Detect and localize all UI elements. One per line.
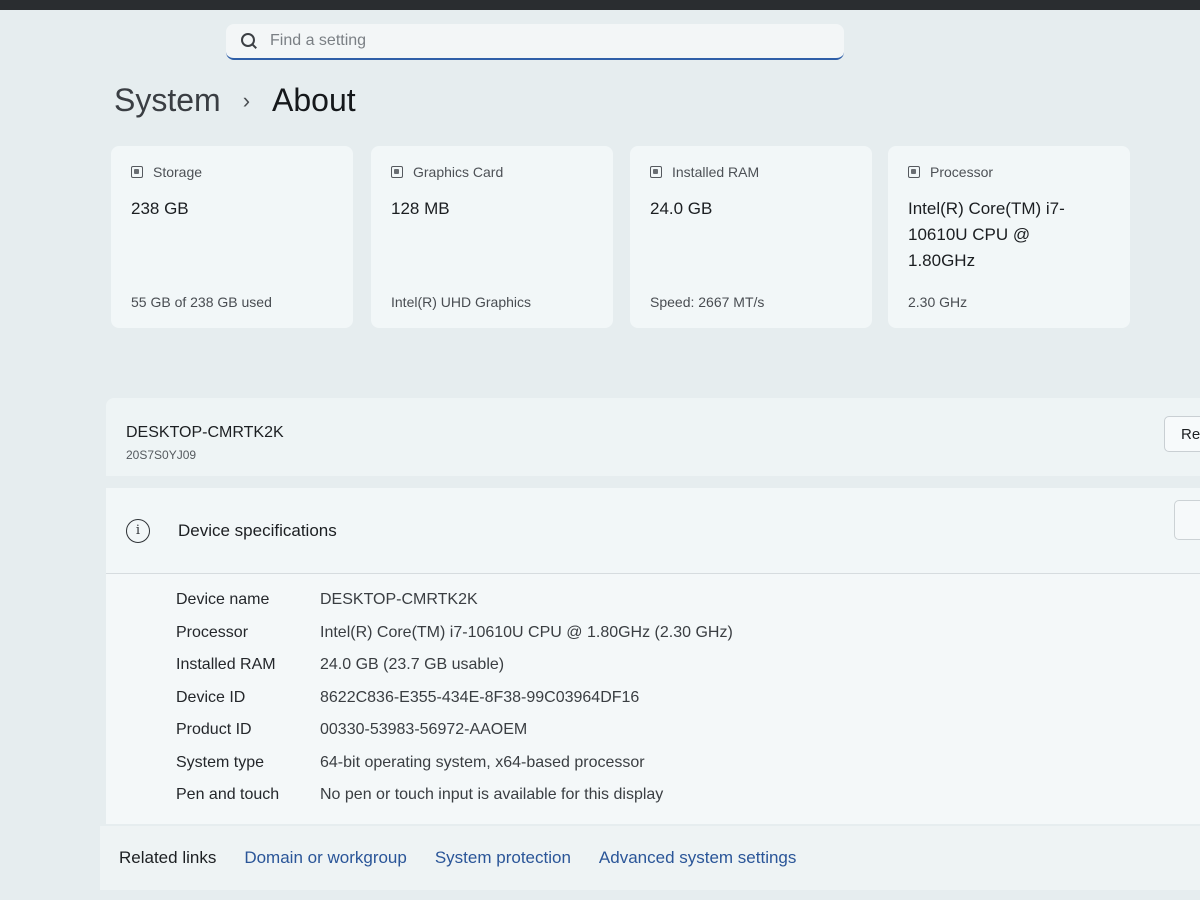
- card-title: Storage: [153, 164, 203, 180]
- spec-row: Pen and touch No pen or touch input is a…: [106, 779, 1200, 812]
- spec-value: 00330-53983-56972-AAOEM: [320, 721, 528, 739]
- storage-icon: [131, 166, 143, 178]
- breadcrumb-system[interactable]: System: [114, 82, 221, 119]
- card-subtext: 55 GB of 238 GB used: [131, 294, 272, 310]
- card-title: Installed RAM: [672, 164, 760, 180]
- spec-row: Device ID 8622C836-E355-434E-8F38-99C039…: [106, 682, 1200, 715]
- spec-row: Product ID 00330-53983-56972-AAOEM: [106, 714, 1200, 747]
- spec-label: System type: [176, 753, 265, 771]
- storage-card[interactable]: Storage 238 GB 55 GB of 238 GB used: [111, 146, 353, 328]
- card-value: 128 MB: [391, 199, 450, 218]
- spec-row: Processor Intel(R) Core(TM) i7-10610U CP…: [106, 617, 1200, 650]
- spec-value: Intel(R) Core(TM) i7-10610U CPU @ 1.80GH…: [320, 623, 733, 641]
- card-title: Processor: [930, 164, 994, 180]
- processor-card[interactable]: Processor Intel(R) Core(TM) i7-10610U CP…: [888, 146, 1130, 328]
- related-links-bar: Related links Domain or workgroup System…: [100, 826, 1200, 890]
- device-specifications-header[interactable]: i Device specifications: [106, 488, 1200, 574]
- card-value: 24.0 GB: [650, 199, 713, 218]
- page-title: About: [272, 82, 356, 118]
- spec-row: System type 64-bit operating system, x64…: [106, 747, 1200, 780]
- card-value: 238 GB: [131, 199, 189, 218]
- spec-row: Installed RAM 24.0 GB (23.7 GB usable): [106, 649, 1200, 682]
- chevron-right-icon: ›: [242, 87, 251, 113]
- spec-label: Processor: [176, 623, 249, 641]
- spec-label: Product ID: [176, 721, 252, 739]
- spec-value: 64-bit operating system, x64-based proce…: [320, 753, 645, 771]
- card-header: Installed RAM: [650, 164, 852, 180]
- spec-value: DESKTOP-CMRTK2K: [320, 591, 478, 609]
- graphics-card-icon: [391, 166, 403, 178]
- spec-value: 8622C836-E355-434E-8F38-99C03964DF16: [320, 688, 640, 706]
- window-top-edge: [0, 0, 1200, 10]
- system-protection-link[interactable]: System protection: [435, 848, 571, 868]
- section-title: Device specifications: [178, 520, 337, 540]
- search-icon: [240, 32, 258, 50]
- rename-pc-button[interactable]: Rename this PC: [1164, 416, 1200, 452]
- card-value: Intel(R) Core(TM) i7-10610U CPU @ 1.80GH…: [908, 199, 1065, 270]
- domain-or-workgroup-link[interactable]: Domain or workgroup: [244, 848, 407, 868]
- breadcrumb: System › About: [114, 82, 356, 119]
- ram-icon: [650, 166, 662, 178]
- card-header: Processor: [908, 164, 1110, 180]
- spec-label: Installed RAM: [176, 656, 276, 674]
- related-links-title: Related links: [119, 848, 217, 867]
- card-header: Graphics Card: [391, 164, 593, 180]
- advanced-system-settings-link[interactable]: Advanced system settings: [599, 848, 796, 868]
- spec-value: 24.0 GB (23.7 GB usable): [320, 656, 505, 674]
- card-subtext: 2.30 GHz: [908, 294, 968, 310]
- device-name-row: DESKTOP-CMRTK2K 20S7S0YJ09 Rename this P…: [106, 398, 1200, 476]
- graphics-card-card[interactable]: Graphics Card 128 MB Intel(R) UHD Graphi…: [371, 146, 613, 328]
- processor-icon: [908, 166, 920, 178]
- info-icon: i: [126, 518, 150, 543]
- spec-row: Device name DESKTOP-CMRTK2K: [106, 584, 1200, 617]
- spec-value: No pen or touch input is available for t…: [320, 786, 664, 804]
- card-subtext: Intel(R) UHD Graphics: [391, 294, 532, 310]
- search-box[interactable]: [226, 24, 844, 60]
- copy-button[interactable]: [1174, 500, 1200, 540]
- device-name: DESKTOP-CMRTK2K: [126, 424, 284, 441]
- spec-label: Device ID: [176, 688, 246, 706]
- search-input[interactable]: [270, 32, 810, 50]
- device-specifications-list: Device name DESKTOP-CMRTK2K Processor In…: [106, 574, 1200, 824]
- installed-ram-card[interactable]: Installed RAM 24.0 GB Speed: 2667 MT/s: [630, 146, 872, 328]
- spec-label: Pen and touch: [176, 786, 280, 804]
- card-title: Graphics Card: [413, 164, 504, 180]
- device-model: 20S7S0YJ09: [126, 448, 197, 462]
- spec-label: Device name: [176, 591, 270, 609]
- card-subtext: Speed: 2667 MT/s: [650, 294, 765, 310]
- card-header: Storage: [131, 164, 333, 180]
